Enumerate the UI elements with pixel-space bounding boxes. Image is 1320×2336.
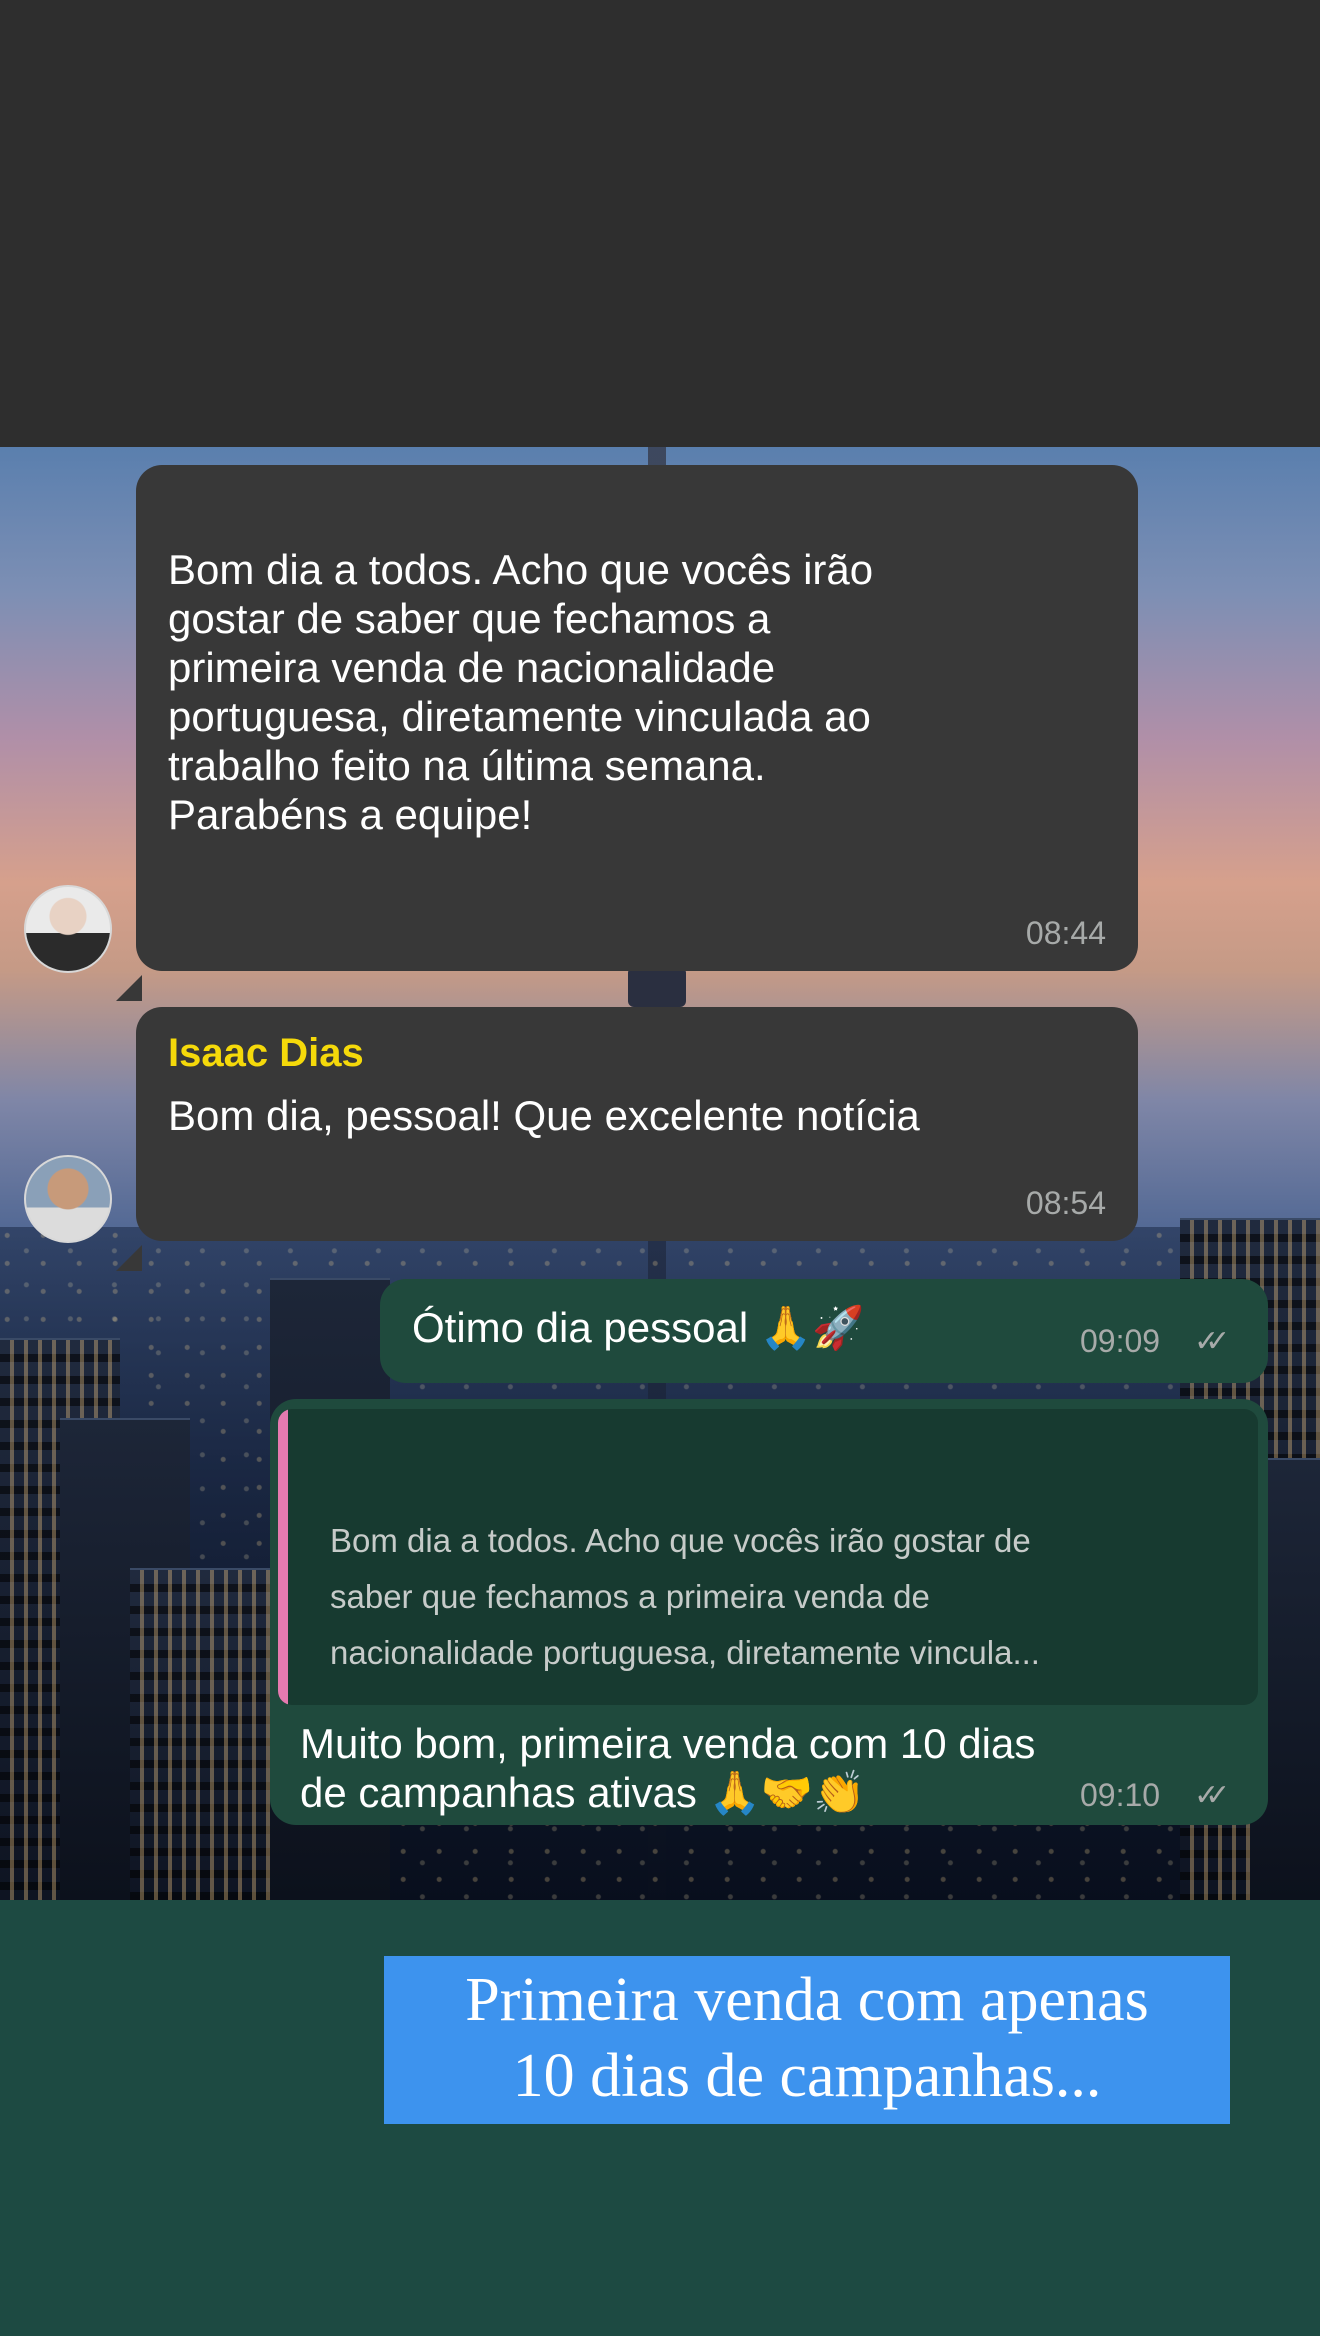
message-text: Ótimo dia pessoal 🙏🚀 (412, 1304, 865, 1351)
message-bubble-outgoing[interactable]: Bom dia a todos. Acho que vocês irão gos… (270, 1399, 1268, 1825)
message-time: 08:44 (1025, 915, 1106, 951)
bubble-tail (116, 975, 142, 1001)
message-time: 09:09 (1080, 1323, 1161, 1359)
read-checks-icon: ✓✓ (1194, 1325, 1230, 1358)
bubble-tail (116, 1245, 142, 1271)
message-bubble-outgoing[interactable]: Ótimo dia pessoal 🙏🚀 09:09 ✓✓ (380, 1279, 1268, 1383)
quote-bar (278, 1409, 288, 1705)
story-top-band (0, 0, 1320, 447)
message-bubble-incoming[interactable]: Bom dia a todos. Acho que vocês irão gos… (136, 465, 1138, 971)
sender-name[interactable]: Isaac Dias (168, 1029, 364, 1078)
avatar[interactable] (24, 1155, 112, 1243)
background-building (130, 1568, 270, 1900)
background-tower-pod (628, 967, 686, 1007)
message-bubble-incoming[interactable]: Isaac Dias Bom dia, pessoal! Que excelen… (136, 1007, 1138, 1241)
story-caption: Primeira venda com apenas 10 dias de cam… (384, 1956, 1230, 2124)
message-time: 09:10 (1080, 1777, 1161, 1813)
read-checks-icon: ✓✓ (1194, 1779, 1230, 1812)
quoted-text: Bom dia a todos. Acho que vocês irão gos… (330, 1522, 1040, 1671)
message-time: 08:54 (1025, 1185, 1106, 1221)
message-text: Bom dia a todos. Acho que vocês irão gos… (168, 546, 874, 838)
avatar[interactable] (24, 885, 112, 973)
message-text: Bom dia, pessoal! Que excelente notícia (168, 1092, 920, 1139)
quoted-message[interactable]: Bom dia a todos. Acho que vocês irão gos… (278, 1409, 1258, 1705)
chat-screenshot: Bom dia a todos. Acho que vocês irão gos… (0, 447, 1320, 1900)
